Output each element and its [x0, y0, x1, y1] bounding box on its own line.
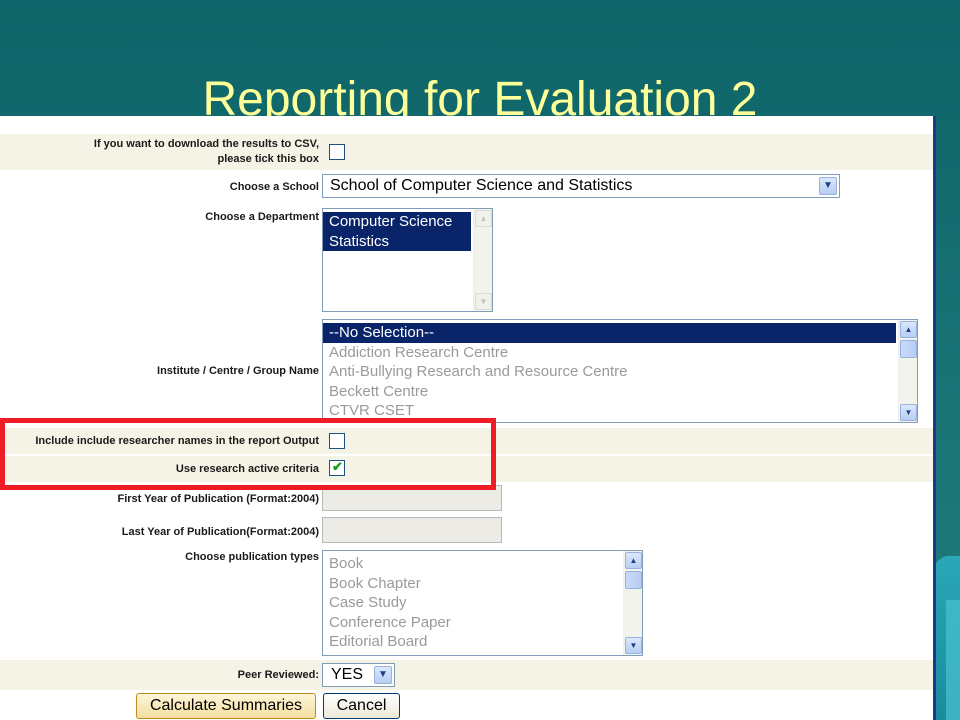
scroll-up-icon[interactable]: ▲: [475, 210, 492, 227]
scroll-up-icon[interactable]: ▲: [625, 552, 642, 569]
chevron-down-icon[interactable]: ▼: [374, 666, 392, 684]
pub-type-option[interactable]: Book Chapter: [323, 574, 621, 594]
school-row: Choose a School School of Computer Scien…: [0, 172, 933, 202]
csv-label: If you want to download the results to C…: [94, 137, 319, 167]
peer-reviewed-label: Peer Reviewed:: [237, 669, 319, 681]
pub-type-option[interactable]: Book: [323, 554, 621, 574]
last-year-label: Last Year of Publication(Format:2004): [121, 526, 319, 538]
buttons-row: Calculate Summaries Cancel: [0, 692, 933, 720]
pub-type-option[interactable]: Case Study: [323, 593, 621, 613]
institute-option[interactable]: Beckett Centre: [323, 382, 896, 402]
scroll-down-icon[interactable]: ▼: [900, 404, 917, 421]
cancel-button[interactable]: Cancel: [323, 693, 400, 719]
csv-row: If you want to download the results to C…: [0, 134, 933, 170]
calculate-summaries-button[interactable]: Calculate Summaries: [136, 693, 316, 719]
pub-types-row: Choose publication types Book Book Chapt…: [0, 548, 933, 658]
institute-label: Institute / Centre / Group Name: [157, 365, 319, 377]
institute-option[interactable]: Anti-Bullying Research and Resource Cent…: [323, 362, 896, 382]
peer-reviewed-row: Peer Reviewed: YES ▼: [0, 660, 933, 690]
scroll-down-icon[interactable]: ▼: [475, 293, 492, 310]
chevron-down-icon[interactable]: ▼: [819, 177, 837, 195]
institute-listbox[interactable]: --No Selection-- Addiction Research Cent…: [322, 319, 918, 423]
institute-scrollbar[interactable]: ▲ ▼: [898, 320, 917, 422]
csv-label-line2: please tick this box: [217, 153, 319, 165]
last-year-input[interactable]: [322, 517, 502, 543]
peer-reviewed-value: YES: [331, 666, 364, 683]
csv-checkbox[interactable]: [329, 144, 345, 160]
slide-title: Reporting for Evaluation 2: [202, 73, 758, 118]
department-row: Choose a Department Computer Science Sta…: [0, 204, 933, 314]
department-scrollbar[interactable]: ▲ ▼: [473, 209, 492, 311]
csv-label-line1: If you want to download the results to C…: [93, 138, 319, 150]
school-selected-value: School of Computer Science and Statistic…: [330, 177, 633, 194]
pub-type-option[interactable]: Conference Paper: [323, 613, 621, 633]
highlight-annotation: [0, 418, 496, 490]
scroll-thumb[interactable]: [625, 571, 642, 589]
institute-option[interactable]: --No Selection--: [323, 323, 896, 343]
department-label: Choose a Department: [205, 211, 319, 223]
scroll-thumb[interactable]: [900, 340, 917, 358]
department-option[interactable]: Computer Science: [323, 212, 471, 232]
institute-option[interactable]: Addiction Research Centre: [323, 343, 896, 363]
school-select[interactable]: School of Computer Science and Statistic…: [322, 174, 840, 198]
pub-type-option[interactable]: Editorial Board: [323, 632, 621, 652]
pub-types-listbox[interactable]: Book Book Chapter Case Study Conference …: [322, 550, 643, 656]
pub-types-label: Choose publication types: [185, 551, 319, 563]
department-listbox[interactable]: Computer Science Statistics ▲ ▼: [322, 208, 493, 312]
scroll-down-icon[interactable]: ▼: [625, 637, 642, 654]
decorative-swoosh-highlight: [946, 600, 960, 720]
peer-reviewed-select[interactable]: YES ▼: [322, 663, 395, 687]
scroll-up-icon[interactable]: ▲: [900, 321, 917, 338]
pub-types-scrollbar[interactable]: ▲ ▼: [623, 551, 642, 655]
department-option[interactable]: Statistics: [323, 231, 471, 251]
school-label: Choose a School: [229, 181, 319, 193]
first-year-label: First Year of Publication (Format:2004): [117, 493, 319, 505]
last-year-row: Last Year of Publication(Format:2004): [0, 516, 933, 546]
institute-row: Institute / Centre / Group Name --No Sel…: [0, 316, 933, 426]
